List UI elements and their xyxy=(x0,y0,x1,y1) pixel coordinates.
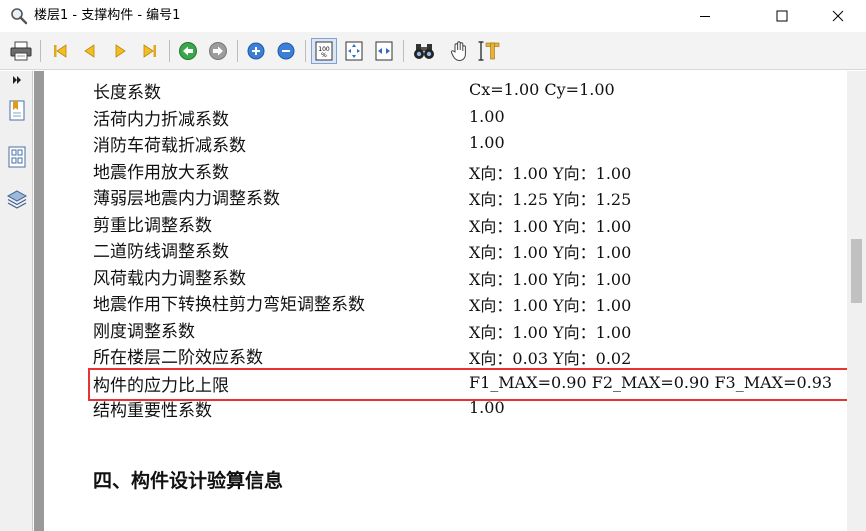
highlight-box xyxy=(88,368,847,401)
prev-page-button[interactable] xyxy=(77,38,103,64)
report-row: 消防车荷载折减系数 1.00 xyxy=(44,129,847,156)
row-value: Cx=1.00 Cy=1.00 xyxy=(469,80,615,99)
toolbar: 100 % xyxy=(0,32,866,70)
title-bar: 楼层1 - 支撑构件 - 编号1 xyxy=(0,0,866,32)
actual-size-button[interactable]: 100 % xyxy=(311,38,337,64)
double-chevron-icon xyxy=(13,76,21,84)
row-label: 刚度调整系数 xyxy=(93,322,195,342)
first-page-button[interactable] xyxy=(47,38,73,64)
row-label: 消防车荷载折减系数 xyxy=(93,136,246,156)
report-row: 刚度调整系数 X向：1.00 Y向：1.00 xyxy=(44,315,847,342)
last-page-icon xyxy=(143,44,156,58)
hand-tool-icon xyxy=(450,41,466,62)
hand-tool-button[interactable] xyxy=(446,38,472,64)
fit-page-icon xyxy=(345,41,363,61)
row-value: X向：1.00 Y向：1.00 xyxy=(469,296,632,315)
zoom-out-button[interactable] xyxy=(273,38,299,64)
layers-icon xyxy=(6,190,28,209)
row-label: 地震作用下转换柱剪力弯矩调整系数 xyxy=(93,295,365,315)
row-value: X向：1.00 Y向：1.00 xyxy=(469,243,632,262)
section-heading: 四、构件设计验算信息 xyxy=(93,470,284,492)
zoom-in-icon xyxy=(247,42,265,60)
page-margin-strip xyxy=(34,71,44,531)
zoom-in-button[interactable] xyxy=(243,38,269,64)
row-label: 剪重比调整系数 xyxy=(93,216,212,236)
report-row: 地震作用下转换柱剪力弯矩调整系数 X向：1.00 Y向：1.00 xyxy=(44,288,847,315)
next-page-icon xyxy=(115,44,126,58)
row-label: 地震作用放大系数 xyxy=(93,163,229,183)
row-label: 长度系数 xyxy=(93,83,161,103)
report-row: 风荷载内力调整系数 X向：1.00 Y向：1.00 xyxy=(44,262,847,289)
minimize-icon xyxy=(700,16,710,17)
bookmarks-tab[interactable] xyxy=(5,99,29,123)
fit-page-button[interactable] xyxy=(341,38,367,64)
row-label: 二道防线调整系数 xyxy=(93,242,229,262)
report-row: 二道防线调整系数 X向：1.00 Y向：1.00 xyxy=(44,235,847,262)
report-row: 剪重比调整系数 X向：1.00 Y向：1.00 xyxy=(44,209,847,236)
forward-icon xyxy=(209,42,227,60)
side-panel xyxy=(0,71,33,531)
next-page-button[interactable] xyxy=(107,38,133,64)
thumbnails-tab[interactable] xyxy=(5,145,29,169)
row-label: 所在楼层二阶效应系数 xyxy=(93,348,263,368)
maximize-icon xyxy=(776,10,788,22)
vertical-scrollbar[interactable] xyxy=(847,71,866,531)
report-row: 地震作用放大系数 X向：1.00 Y向：1.00 xyxy=(44,156,847,183)
row-value: 1.00 xyxy=(469,133,505,152)
report-row: 所在楼层二阶效应系数 X向：0.03 Y向：0.02 xyxy=(44,341,847,368)
collapse-panel-button[interactable] xyxy=(5,73,29,87)
print-icon xyxy=(10,41,32,61)
close-icon xyxy=(832,10,844,22)
first-page-icon xyxy=(54,44,67,58)
prev-page-icon xyxy=(84,44,95,58)
window-title: 楼层1 - 支撑构件 - 编号1 xyxy=(34,8,181,23)
back-button[interactable] xyxy=(175,38,201,64)
svg-text:%: % xyxy=(321,52,327,59)
row-value: X向：0.03 Y向：0.02 xyxy=(469,349,632,368)
zoom-out-icon xyxy=(277,42,295,60)
report-row: 薄弱层地震内力调整系数 X向：1.25 Y向：1.25 xyxy=(44,182,847,209)
text-select-icon xyxy=(478,41,500,61)
row-value: X向：1.00 Y向：1.00 xyxy=(469,217,632,236)
text-select-button[interactable] xyxy=(476,38,502,64)
thumbnails-icon xyxy=(8,146,26,168)
actual-size-icon: 100 % xyxy=(315,41,333,61)
layers-tab[interactable] xyxy=(5,187,29,211)
row-value: X向：1.00 Y向：1.00 xyxy=(469,323,632,342)
bookmark-icon xyxy=(9,100,25,121)
row-value: X向：1.25 Y向：1.25 xyxy=(469,190,632,209)
minimize-button[interactable] xyxy=(682,0,728,32)
fit-width-button[interactable] xyxy=(371,38,397,64)
binoculars-icon xyxy=(414,44,434,59)
report-row: 长度系数 Cx=1.00 Cy=1.00 xyxy=(44,76,847,103)
row-value: 1.00 xyxy=(469,107,505,126)
magnifier-app-icon xyxy=(10,7,28,25)
maximize-button[interactable] xyxy=(759,0,805,32)
row-label: 活荷内力折减系数 xyxy=(93,110,229,130)
back-icon xyxy=(179,42,197,60)
report-page: 长度系数 Cx=1.00 Cy=1.00 活荷内力折减系数 1.00 消防车荷载… xyxy=(44,71,847,531)
row-value: X向：1.00 Y向：1.00 xyxy=(469,270,632,289)
scrollbar-thumb[interactable] xyxy=(851,239,862,303)
close-button[interactable] xyxy=(815,0,861,32)
last-page-button[interactable] xyxy=(137,38,163,64)
print-button[interactable] xyxy=(8,38,34,64)
forward-button[interactable] xyxy=(205,38,231,64)
report-row: 活荷内力折减系数 1.00 xyxy=(44,103,847,130)
fit-width-icon xyxy=(375,41,393,61)
row-label: 风荷载内力调整系数 xyxy=(93,269,246,289)
row-label: 薄弱层地震内力调整系数 xyxy=(93,189,280,209)
find-button[interactable] xyxy=(411,38,437,64)
row-value: X向：1.00 Y向：1.00 xyxy=(469,164,632,183)
